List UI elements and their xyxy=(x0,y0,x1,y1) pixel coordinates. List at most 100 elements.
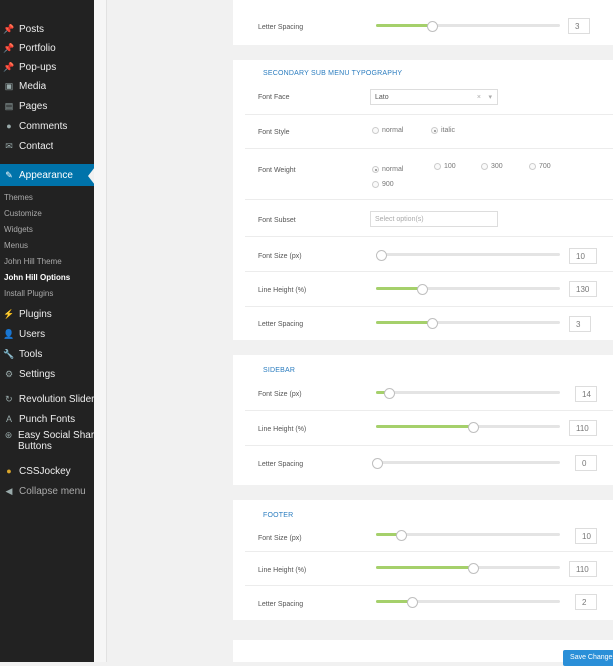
footer-font-size-value[interactable]: 10 xyxy=(575,528,597,544)
save-changes-button[interactable]: Save Changes xyxy=(563,650,613,666)
row-divider xyxy=(245,271,613,272)
sidebar-item-punch-fonts[interactable]: A Punch Fonts xyxy=(0,410,94,428)
sidebar-line-height-value[interactable]: 110 xyxy=(569,420,597,436)
radio-style-normal[interactable]: normal xyxy=(372,127,403,134)
sidebar-item-comments[interactable]: ● Comments xyxy=(0,117,94,135)
letter-spacing-label: Letter Spacing xyxy=(258,601,304,608)
footer-letter-spacing-slider[interactable] xyxy=(376,597,560,608)
top-panel xyxy=(233,0,613,45)
slider-handle[interactable] xyxy=(468,422,479,433)
submenu-customize[interactable]: Customize xyxy=(4,208,42,220)
sidebar-item-posts[interactable]: 📌 Posts xyxy=(0,20,94,38)
pin-icon: 📌 xyxy=(3,23,15,34)
sidebar-letter-spacing-slider[interactable] xyxy=(372,458,560,469)
font-face-select[interactable]: Lato × ▾ xyxy=(370,89,498,105)
sidebar-collapse-menu[interactable]: ◀ Collapse menu xyxy=(0,482,94,500)
slider-handle[interactable] xyxy=(376,250,387,261)
letter-spacing-label: Letter Spacing xyxy=(258,461,304,468)
sidebar-item-users[interactable]: 👤 Users xyxy=(0,325,94,343)
slider-handle[interactable] xyxy=(427,21,438,32)
sidebar-item-media[interactable]: ▣ Media xyxy=(0,77,94,95)
sidebar-item-popups[interactable]: 📌 Pop-ups xyxy=(0,58,94,76)
footer-line-height-value[interactable]: 110 xyxy=(569,561,597,577)
radio-weight-900[interactable]: 900 xyxy=(372,181,394,188)
row-divider xyxy=(245,148,613,149)
sidebar-line-height-slider[interactable] xyxy=(376,422,560,433)
sidebar-item-contact[interactable]: ✉ Contact xyxy=(0,137,94,155)
slider-handle[interactable] xyxy=(417,284,428,295)
radio-weight-100[interactable]: 100 xyxy=(434,163,456,170)
line-height-label: Line Height (%) xyxy=(258,567,307,574)
radio-weight-300[interactable]: 300 xyxy=(481,163,503,170)
secondary-letter-spacing-value[interactable]: 3 xyxy=(569,316,591,332)
sidebar-item-pages[interactable]: ▤ Pages xyxy=(0,97,94,115)
clear-icon[interactable]: × xyxy=(477,90,481,106)
font-subset-input[interactable]: Select option(s) xyxy=(370,211,498,227)
line-height-label: Line Height (%) xyxy=(258,426,307,433)
sidebar-letter-spacing-value[interactable]: 0 xyxy=(575,455,597,471)
slider-handle[interactable] xyxy=(372,458,383,469)
radio-dot-selected xyxy=(372,166,379,173)
submenu-menus[interactable]: Menus xyxy=(4,240,28,252)
secondary-letter-spacing-slider[interactable] xyxy=(376,318,560,329)
refresh-icon: ↻ xyxy=(5,393,13,404)
sidebar-item-easy-social-share[interactable]: ⊛ Easy Social Share Buttons xyxy=(0,430,94,458)
slider-fill xyxy=(376,24,432,27)
footer-letter-spacing-value[interactable]: 2 xyxy=(575,594,597,610)
sidebar-item-revolution-slider[interactable]: ↻ Revolution Slider xyxy=(0,390,94,408)
submenu-install-plugins[interactable]: Install Plugins xyxy=(4,288,53,300)
submenu-john-hill-options[interactable]: John Hill Options xyxy=(4,272,70,284)
font-weight-label: Font Weight xyxy=(258,167,296,174)
slider-handle[interactable] xyxy=(384,388,395,399)
top-letter-spacing-value[interactable]: 3 xyxy=(568,18,590,34)
top-letter-spacing-slider[interactable] xyxy=(376,21,560,32)
row-divider xyxy=(245,199,613,200)
sidebar-item-plugins[interactable]: ⚡ Plugins xyxy=(0,305,94,323)
admin-sidebar: 📌 Posts 📌 Portfolio 📌 Pop-ups ▣ Media ▤ Pages… xyxy=(0,0,94,662)
font-face-label: Font Face xyxy=(258,94,290,101)
pin-icon: 📌 xyxy=(3,61,15,72)
comment-icon: ● xyxy=(6,121,12,131)
font-subset-placeholder: Select option(s) xyxy=(375,216,424,223)
radio-label: 700 xyxy=(539,163,551,170)
radio-dot xyxy=(372,127,379,134)
sidebar-font-size-value[interactable]: 14 xyxy=(575,386,597,402)
easy-social-line1: Easy Social Share xyxy=(18,430,94,441)
save-bar xyxy=(233,640,613,662)
slider-handle[interactable] xyxy=(396,530,407,541)
sidebar-font-size-slider[interactable] xyxy=(376,388,560,399)
secondary-line-height-slider[interactable] xyxy=(376,284,560,295)
secondary-line-height-value[interactable]: 130 xyxy=(569,281,597,297)
radio-label: normal xyxy=(382,127,404,134)
font-subset-label: Font Subset xyxy=(258,217,296,224)
sidebar-item-portfolio[interactable]: 📌 Portfolio xyxy=(0,39,94,57)
slider-handle[interactable] xyxy=(427,318,438,329)
chevron-down-icon[interactable]: ▾ xyxy=(488,90,492,106)
jockey-icon: ● xyxy=(6,466,12,476)
gutter xyxy=(94,0,107,662)
radio-dot xyxy=(529,163,536,170)
radio-weight-normal[interactable]: normal xyxy=(372,166,403,173)
sidebar-item-tools[interactable]: 🔧 Tools xyxy=(0,345,94,363)
submenu-john-hill-theme[interactable]: John Hill Theme xyxy=(4,256,62,268)
footer-line-height-slider[interactable] xyxy=(376,563,560,574)
row-divider xyxy=(245,306,613,307)
slider-handle[interactable] xyxy=(407,597,418,608)
radio-label: 300 xyxy=(491,163,503,170)
radio-style-italic[interactable]: italic xyxy=(431,127,455,134)
sidebar-item-settings[interactable]: ⚙ Settings xyxy=(0,365,94,383)
radio-dot-selected xyxy=(431,127,438,134)
slider-handle[interactable] xyxy=(468,563,479,574)
plug-icon: ⚡ xyxy=(3,308,15,319)
sidebar-item-appearance[interactable]: ✎ Appearance xyxy=(0,164,94,186)
sidebar-item-cssjockey[interactable]: ● CSSJockey xyxy=(0,462,94,480)
submenu-widgets[interactable]: Widgets xyxy=(4,224,33,236)
submenu-themes[interactable]: Themes xyxy=(4,192,33,204)
slider-fill xyxy=(376,425,473,428)
radio-label: italic xyxy=(441,127,456,134)
secondary-font-size-slider[interactable] xyxy=(376,250,560,261)
radio-weight-700[interactable]: 700 xyxy=(529,163,551,170)
footer-section-title: FOOTER xyxy=(263,512,294,519)
footer-font-size-slider[interactable] xyxy=(376,530,560,541)
secondary-font-size-value[interactable]: 10 xyxy=(569,248,597,264)
